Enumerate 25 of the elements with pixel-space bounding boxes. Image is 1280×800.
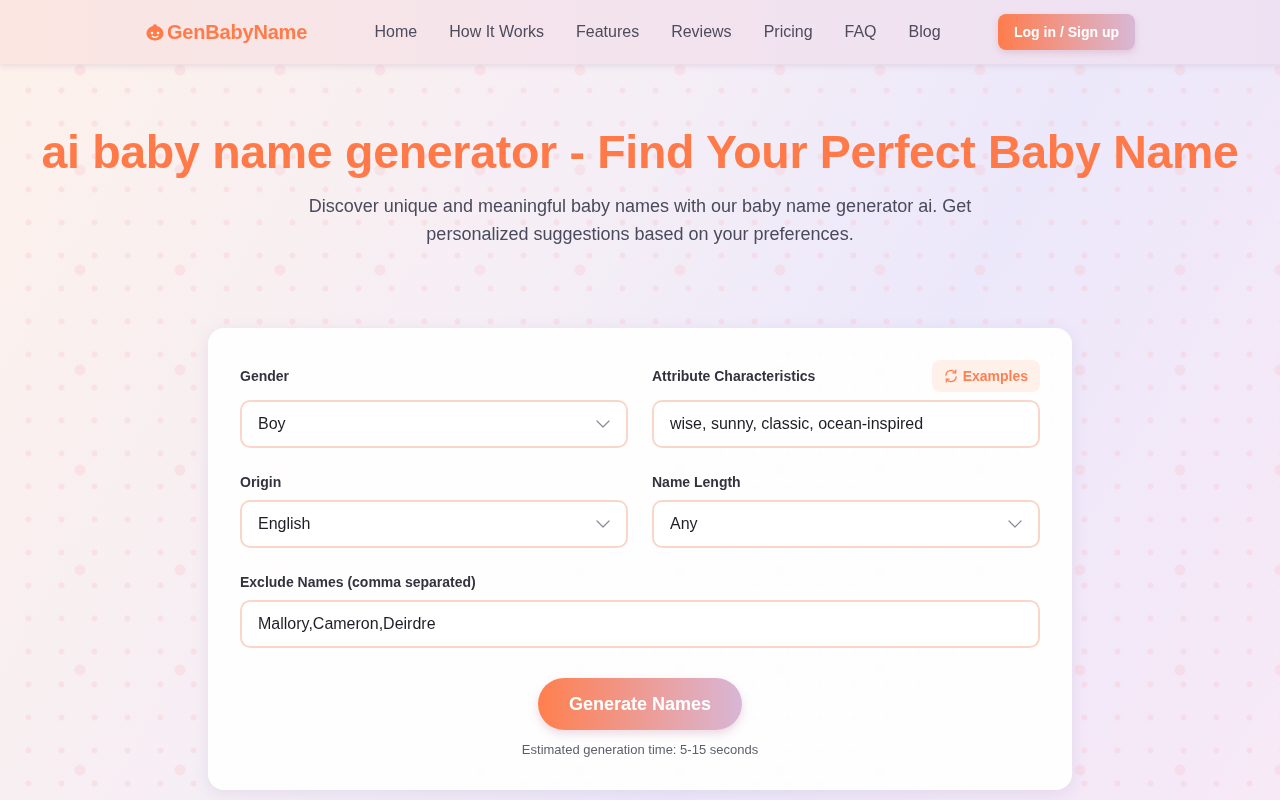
dropdown-field[interactable]: English <box>240 500 628 548</box>
chevron-down-icon <box>596 420 610 428</box>
chevron-down-icon <box>596 520 610 528</box>
field-label: Exclude Names (comma separated) <box>240 574 476 590</box>
field-label: Gender <box>240 368 289 384</box>
nav-link[interactable]: Pricing <box>763 23 813 41</box>
nav-link[interactable]: Blog <box>908 23 941 41</box>
field-label: Origin <box>240 474 282 490</box>
text-input[interactable]: wise, sunny, classic, ocean-inspired <box>652 400 1040 448</box>
estimate-note: Estimated generation time: 5-15 seconds <box>521 742 759 758</box>
hero-title: ai baby name generator - Find Your Perfect Baby Name <box>40 126 1240 178</box>
text-input[interactable]: Mallory,Cameron,Deirdre <box>240 600 1040 648</box>
nav-link[interactable]: Home <box>374 23 418 41</box>
refresh-icon <box>943 369 958 383</box>
field-label: Attribute Characteristics <box>652 368 816 384</box>
nav-link[interactable]: How It Works <box>449 23 544 41</box>
chevron-down-icon <box>1008 520 1022 528</box>
dropdown-field[interactable]: Any <box>652 500 1040 548</box>
nav-link[interactable]: Reviews <box>671 23 732 41</box>
field-label: Name Length <box>652 474 741 490</box>
hero-subtitle: Discover unique and meaningful baby names with our baby name generator ai. Get personalized suggestions based on your preferences. <box>307 195 973 246</box>
nav-link[interactable]: FAQ <box>844 23 877 41</box>
baby-face-icon <box>145 23 165 41</box>
nav-link[interactable]: Features <box>576 23 640 41</box>
dropdown-field[interactable]: Boy <box>240 400 628 448</box>
